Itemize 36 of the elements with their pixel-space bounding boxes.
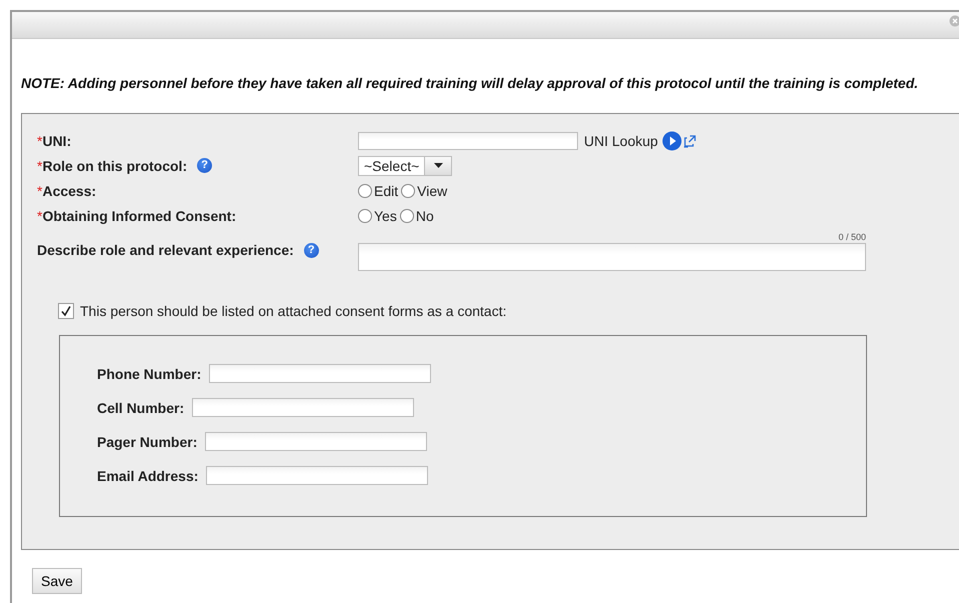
radio-button[interactable] xyxy=(401,184,416,198)
note-text: NOTE: Adding personnel before they have taken all required training will delay approval of this protocol until the training is completed. xyxy=(21,75,920,91)
input-field[interactable] xyxy=(192,398,414,417)
field-label: *Role on this protocol: xyxy=(37,158,188,174)
help-icon[interactable]: ? xyxy=(304,242,319,258)
input-field[interactable] xyxy=(206,466,428,485)
lookup-label: UNI Lookup xyxy=(584,132,658,148)
character-counter: 0 / 500 xyxy=(838,232,866,242)
play-icon[interactable] xyxy=(662,130,682,150)
save-button[interactable]: Save xyxy=(32,568,82,594)
help-icon[interactable]: ? xyxy=(197,158,212,173)
field-label: Email Address: xyxy=(97,468,198,484)
radio-label: Edit xyxy=(374,182,398,198)
field-label: Phone Number: xyxy=(97,366,202,382)
role-dropdown[interactable]: ~Select~ xyxy=(358,156,452,176)
field-label: Describe role and relevant experience: xyxy=(37,242,294,258)
caret-icon xyxy=(434,163,443,168)
radio-button[interactable] xyxy=(358,184,372,198)
field-label: *Access: xyxy=(37,182,96,198)
radio-label: Yes xyxy=(374,208,397,224)
radio-button[interactable] xyxy=(358,208,372,222)
uni-input[interactable] xyxy=(358,132,578,150)
field-label: *Obtaining Informed Consent: xyxy=(37,208,236,224)
input-field[interactable] xyxy=(209,364,432,383)
field-label: Pager Number: xyxy=(97,434,198,450)
radio-button[interactable] xyxy=(400,208,414,222)
field-label: Cell Number: xyxy=(97,400,184,416)
external-link-icon[interactable] xyxy=(682,134,697,148)
experience-textarea[interactable] xyxy=(358,243,866,271)
field-label: *UNI: xyxy=(37,132,72,148)
radio-label: View xyxy=(417,182,448,198)
radio-label: No xyxy=(416,208,434,224)
close-icon[interactable] xyxy=(949,15,959,27)
checkbox-label: This person should be listed on attached consent forms as a contact: xyxy=(80,303,506,319)
input-field[interactable] xyxy=(205,432,428,451)
checkbox[interactable] xyxy=(58,303,74,319)
